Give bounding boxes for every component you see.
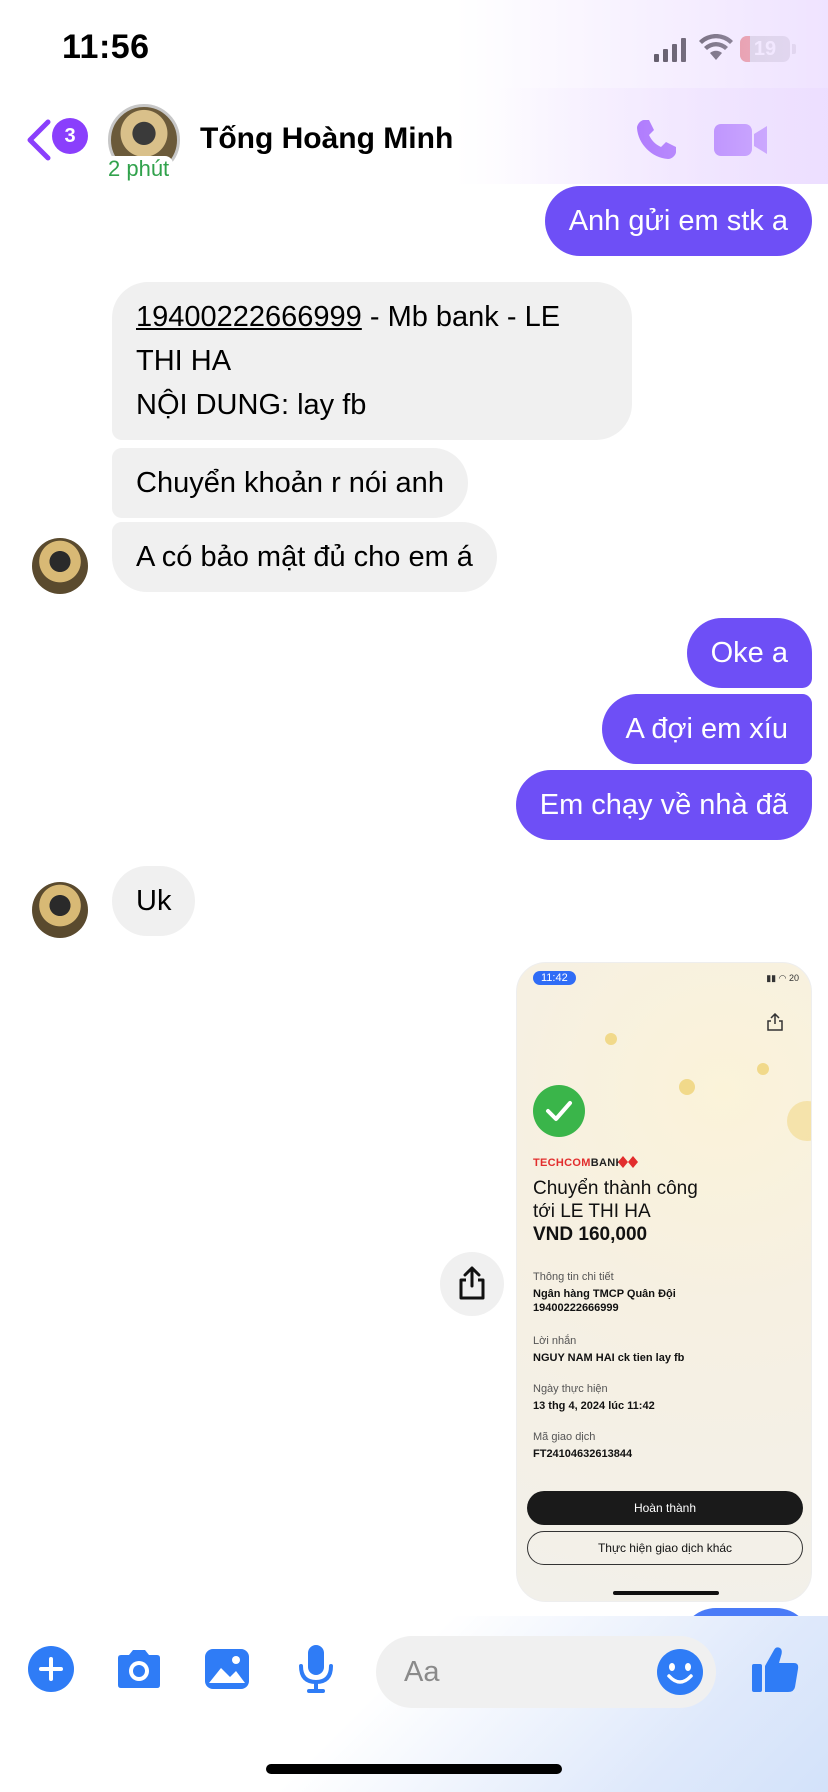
- active-status: 2 phút: [104, 156, 174, 182]
- message-outgoing[interactable]: Oke a: [686, 618, 812, 688]
- bank-logo: TECHCOMBANK: [533, 1157, 624, 1169]
- detail-label: Thông tin chi tiết: [533, 1271, 614, 1283]
- contact-name[interactable]: Tống Hoàng Minh: [200, 122, 453, 156]
- message-text: NỘI DUNG: lay fb: [136, 389, 367, 421]
- message-text: A có bảo mật đủ cho em á: [136, 541, 473, 573]
- shot-status: ▮▮ ◠ 20: [766, 973, 799, 983]
- message-text: A đợi em xíu: [625, 713, 788, 745]
- success-amount: VND 160,000: [533, 1224, 648, 1245]
- back-chevron-icon: [27, 119, 51, 161]
- chat-header: 3 2 phút Tống Hoàng Minh: [0, 88, 828, 184]
- back-button[interactable]: 3: [24, 118, 94, 162]
- phone-icon[interactable]: [632, 116, 680, 164]
- detail-account: 19400222666999: [533, 1302, 619, 1314]
- share-icon: [459, 1266, 485, 1300]
- message-outgoing[interactable]: A đợi em xíu: [601, 694, 812, 764]
- message-text: Uk: [136, 885, 172, 917]
- message-text: Em chạy về nhà đã: [539, 789, 788, 821]
- cellular-signal-icon: [654, 38, 686, 62]
- message-text: Anh gửi em stk a: [568, 205, 788, 237]
- bank-logo-icon: [618, 1156, 638, 1168]
- message-text: Chuyển khoản r nói anh: [136, 467, 444, 499]
- message-outgoing[interactable]: Anh gửi em stk a: [544, 186, 812, 256]
- shared-screenshot[interactable]: 11:42 ▮▮ ◠ 20 TECHCOMBANK Chuyển thành c…: [516, 962, 812, 1602]
- wifi-icon: [699, 34, 733, 60]
- date-label: Ngày thực hiện: [533, 1383, 608, 1395]
- camera-icon[interactable]: [114, 1648, 164, 1690]
- battery-icon: 19: [740, 36, 790, 62]
- battery-percent: 19: [753, 38, 777, 60]
- contact-avatar-small[interactable]: [32, 538, 88, 594]
- other-transaction-button: Thực hiện giao dịch khác: [527, 1531, 803, 1565]
- emoji-icon[interactable]: [656, 1648, 704, 1696]
- detail-bank: Ngân hàng TMCP Quân Đội: [533, 1288, 676, 1300]
- txn-value: FT24104632613844: [533, 1448, 633, 1460]
- message-label: Lời nhắn: [533, 1335, 577, 1347]
- message-text: Oke a: [710, 637, 788, 669]
- home-indicator: [266, 1764, 562, 1774]
- success-title: Chuyển thành công tới LE THI HA: [533, 1178, 698, 1222]
- txn-label: Mã giao dịch: [533, 1431, 596, 1443]
- thumbs-up-icon[interactable]: [750, 1644, 800, 1694]
- status-bar: 11:56 19: [0, 0, 828, 100]
- status-time: 11:56: [62, 28, 150, 66]
- success-check-icon: [533, 1085, 585, 1137]
- unread-badge: 3: [52, 118, 88, 154]
- video-camera-icon[interactable]: [712, 118, 770, 162]
- message-incoming[interactable]: 19400222666999 - Mb bank - LE THI HA NỘI…: [112, 282, 632, 440]
- message-outgoing[interactable]: Em chạy về nhà đã: [515, 770, 812, 840]
- shot-time: 11:42: [533, 971, 576, 985]
- gallery-icon[interactable]: [204, 1648, 250, 1690]
- contact-avatar-small[interactable]: [32, 882, 88, 938]
- done-button: Hoàn thành: [527, 1491, 803, 1525]
- home-indicator: [613, 1591, 719, 1595]
- microphone-icon[interactable]: [296, 1644, 336, 1694]
- share-button[interactable]: [440, 1252, 504, 1316]
- account-number-link[interactable]: 19400222666999: [136, 301, 362, 333]
- message-incoming[interactable]: A có bảo mật đủ cho em á: [112, 522, 497, 592]
- plus-icon[interactable]: [28, 1646, 74, 1692]
- share-icon: [767, 1013, 783, 1031]
- message-value: NGUY NAM HAI ck tien lay fb: [533, 1352, 685, 1364]
- message-input[interactable]: [404, 1636, 634, 1708]
- message-incoming[interactable]: Chuyển khoản r nói anh: [112, 448, 468, 518]
- date-value: 13 thg 4, 2024 lúc 11:42: [533, 1400, 655, 1412]
- message-incoming[interactable]: Uk: [112, 866, 196, 936]
